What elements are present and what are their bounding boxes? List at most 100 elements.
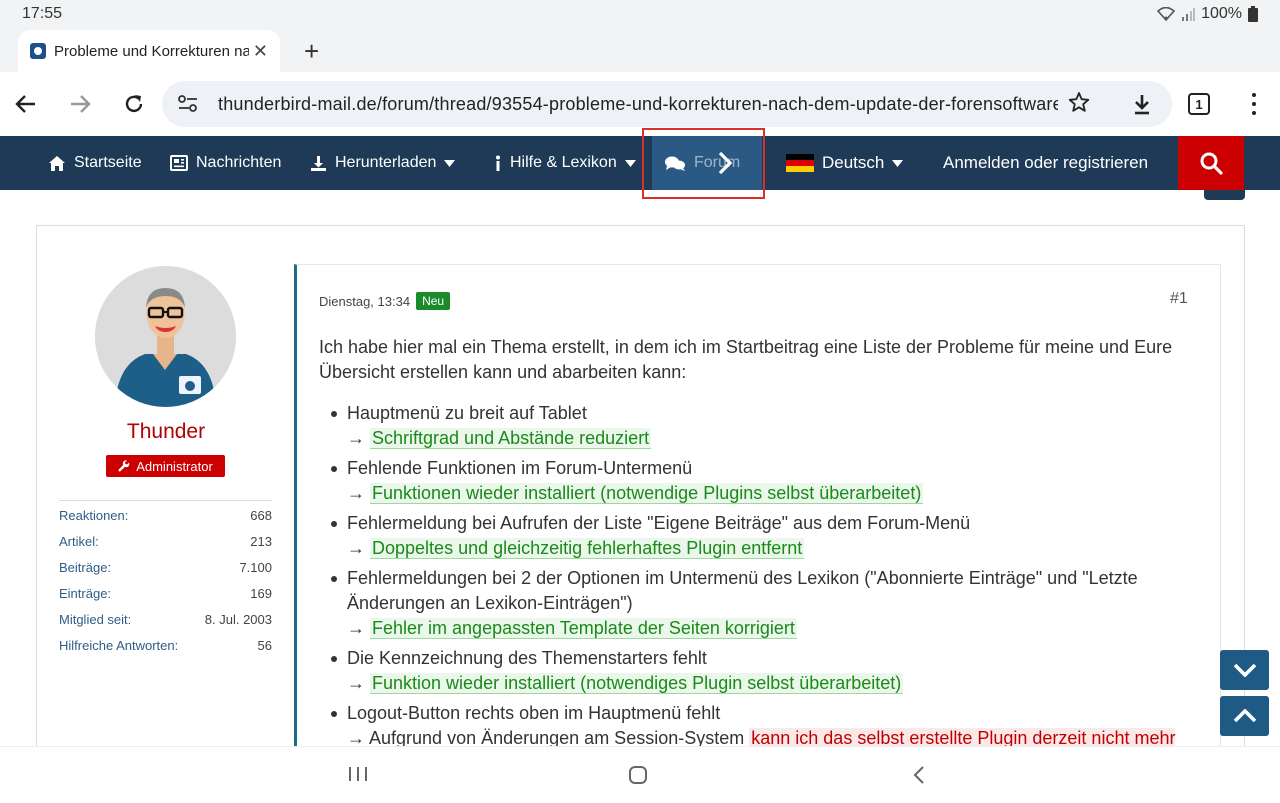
role-badge: Administrator <box>106 455 225 477</box>
user-avatar-image <box>95 266 236 407</box>
avatar[interactable] <box>95 266 236 407</box>
arrow: → <box>347 483 365 503</box>
nav-login[interactable]: Anmelden oder registrieren <box>943 136 1148 190</box>
battery-icon <box>1248 6 1258 22</box>
problem-text: Fehlermeldung bei Aufrufen der Liste "Ei… <box>347 513 971 533</box>
problem-text: Die Kennzeichnung des Themenstarters feh… <box>347 648 707 668</box>
more-menu-icon[interactable] <box>1244 90 1264 118</box>
nav-forum[interactable]: Forum <box>652 136 762 190</box>
close-tab-icon[interactable]: ✕ <box>253 41 268 62</box>
post-number[interactable]: #1 <box>1170 290 1188 308</box>
chevron-up-icon <box>1233 709 1256 723</box>
download-button[interactable] <box>1126 88 1158 120</box>
status-bar: 17:55 100% <box>0 0 1280 28</box>
problem-text: Logout-Button rechts oben im Hauptmenü f… <box>347 703 721 723</box>
site-navigation: Startseite Nachrichten Herunterladen Hil… <box>0 136 1280 190</box>
home-circle-icon[interactable] <box>628 765 648 785</box>
problem-text: Hauptmenü zu breit auf Tablet <box>347 403 587 423</box>
download-icon <box>311 155 326 171</box>
address-bar[interactable]: thunderbird-mail.de/forum/thread/93554-p… <box>162 81 1172 127</box>
url-text[interactable]: thunderbird-mail.de/forum/thread/93554-p… <box>218 94 1058 115</box>
forward-button[interactable] <box>64 88 96 120</box>
post-intro: Ich habe hier mal ein Thema erstellt, in… <box>319 337 1173 382</box>
stat-label[interactable]: Einträge: <box>59 586 111 601</box>
back-button[interactable] <box>10 88 42 120</box>
list-item: Hauptmenü zu breit auf Tablet → Schriftg… <box>329 401 1209 451</box>
list-item: Fehlermeldungen bei 2 der Optionen im Un… <box>329 566 1209 641</box>
stat-label[interactable]: Reaktionen: <box>59 508 128 523</box>
post-date[interactable]: Dienstag, 13:34 <box>319 294 410 309</box>
nav-help-label: Hilfe & Lexikon <box>510 154 617 171</box>
stat-value: 56 <box>257 637 272 653</box>
tab-title: Probleme und Korrekturen nach dem Update <box>54 42 249 60</box>
system-back-icon[interactable] <box>912 765 926 785</box>
scroll-down-button[interactable] <box>1220 650 1269 690</box>
note-text: Aufgrund von Änderungen am Session-Syste… <box>369 728 745 748</box>
stat-label[interactable]: Artikel: <box>59 534 99 549</box>
recent-apps-icon[interactable] <box>348 766 368 782</box>
nav-news-label: Nachrichten <box>196 154 282 171</box>
stat-value: 213 <box>250 533 272 549</box>
stat-label[interactable]: Hilfreiche Antworten: <box>59 638 178 653</box>
home-icon <box>49 155 65 171</box>
caret-down-icon <box>892 159 904 167</box>
nav-download[interactable]: Herunterladen <box>310 136 456 190</box>
stat-label[interactable]: Beiträge: <box>59 560 111 575</box>
bookmark-star-icon[interactable] <box>1068 91 1090 118</box>
arrow: → <box>347 618 365 638</box>
search-button[interactable] <box>1178 136 1244 190</box>
stat-row: Artikel: 213 <box>59 528 272 554</box>
username[interactable]: Thunder <box>60 420 272 444</box>
download-icon <box>1135 95 1149 115</box>
newspaper-icon <box>170 155 188 171</box>
arrow-left-icon <box>15 95 35 113</box>
tab-switcher-button[interactable]: 1 <box>1188 93 1210 115</box>
problem-list: Hauptmenü zu breit auf Tablet → Schriftg… <box>329 401 1209 781</box>
comments-icon <box>665 156 685 171</box>
signal-icon <box>1182 8 1196 21</box>
nav-download-label: Herunterladen <box>335 154 437 171</box>
wrench-icon <box>118 460 130 472</box>
fix-text: Funktion wieder installiert (notwendiges… <box>370 673 904 694</box>
caret-down-icon <box>444 159 456 167</box>
nav-dropdown-tab <box>1204 190 1245 200</box>
site-settings-icon[interactable] <box>178 95 198 113</box>
list-item: Fehlende Funktionen im Forum-Untermenü →… <box>329 456 1209 506</box>
status-time: 17:55 <box>22 5 63 22</box>
nav-home-label: Startseite <box>74 154 142 171</box>
nav-help[interactable]: Hilfe & Lexikon <box>494 136 636 190</box>
fix-text: Fehler im angepassten Template der Seite… <box>370 618 797 639</box>
nav-news[interactable]: Nachrichten <box>170 136 281 190</box>
list-item: Die Kennzeichnung des Themenstarters feh… <box>329 646 1209 696</box>
stat-row: Reaktionen: 668 <box>59 502 272 528</box>
problem-text: Fehlende Funktionen im Forum-Untermenü <box>347 458 693 478</box>
scroll-up-button[interactable] <box>1220 696 1269 736</box>
caret-down-icon <box>624 159 636 167</box>
browser-toolbar: thunderbird-mail.de/forum/thread/93554-p… <box>0 72 1280 136</box>
site-favicon-icon <box>30 43 46 59</box>
fix-text: Doppeltes und gleichzeitig fehlerhaftes … <box>370 538 805 559</box>
stat-value: 7.100 <box>239 559 272 575</box>
post-meta: Dienstag, 13:34 Neu <box>319 292 451 310</box>
reload-button[interactable] <box>118 88 150 120</box>
stat-label[interactable]: Mitglied seit: <box>59 612 131 627</box>
info-icon <box>496 155 500 171</box>
german-flag-icon <box>786 154 814 172</box>
chevron-down-icon <box>1233 663 1256 677</box>
nav-language[interactable]: Deutsch <box>786 136 904 190</box>
stat-row: Einträge: 169 <box>59 580 272 606</box>
status-icons: 100% <box>1157 5 1258 23</box>
nav-home[interactable]: Startseite <box>48 136 142 190</box>
wifi-icon <box>1157 7 1176 21</box>
list-item: Fehlermeldung bei Aufrufen der Liste "Ei… <box>329 511 1209 561</box>
stat-row: Mitglied seit: 8. Jul. 2003 <box>59 606 272 632</box>
stat-value: 169 <box>250 585 272 601</box>
tab-strip: Probleme und Korrekturen nach dem Update… <box>0 28 1280 72</box>
user-stats: Reaktionen: 668 Artikel: 213 Beiträge: 7.10… <box>59 500 272 658</box>
nav-login-label: Anmelden oder registrieren <box>943 153 1149 172</box>
stat-value: 668 <box>250 507 272 523</box>
browser-tab[interactable]: Probleme und Korrekturen nach dem Update… <box>18 30 280 72</box>
stat-row: Beiträge: 7.100 <box>59 554 272 580</box>
stat-row: Hilfreiche Antworten: 56 <box>59 632 272 658</box>
new-tab-icon[interactable]: + <box>304 36 319 67</box>
